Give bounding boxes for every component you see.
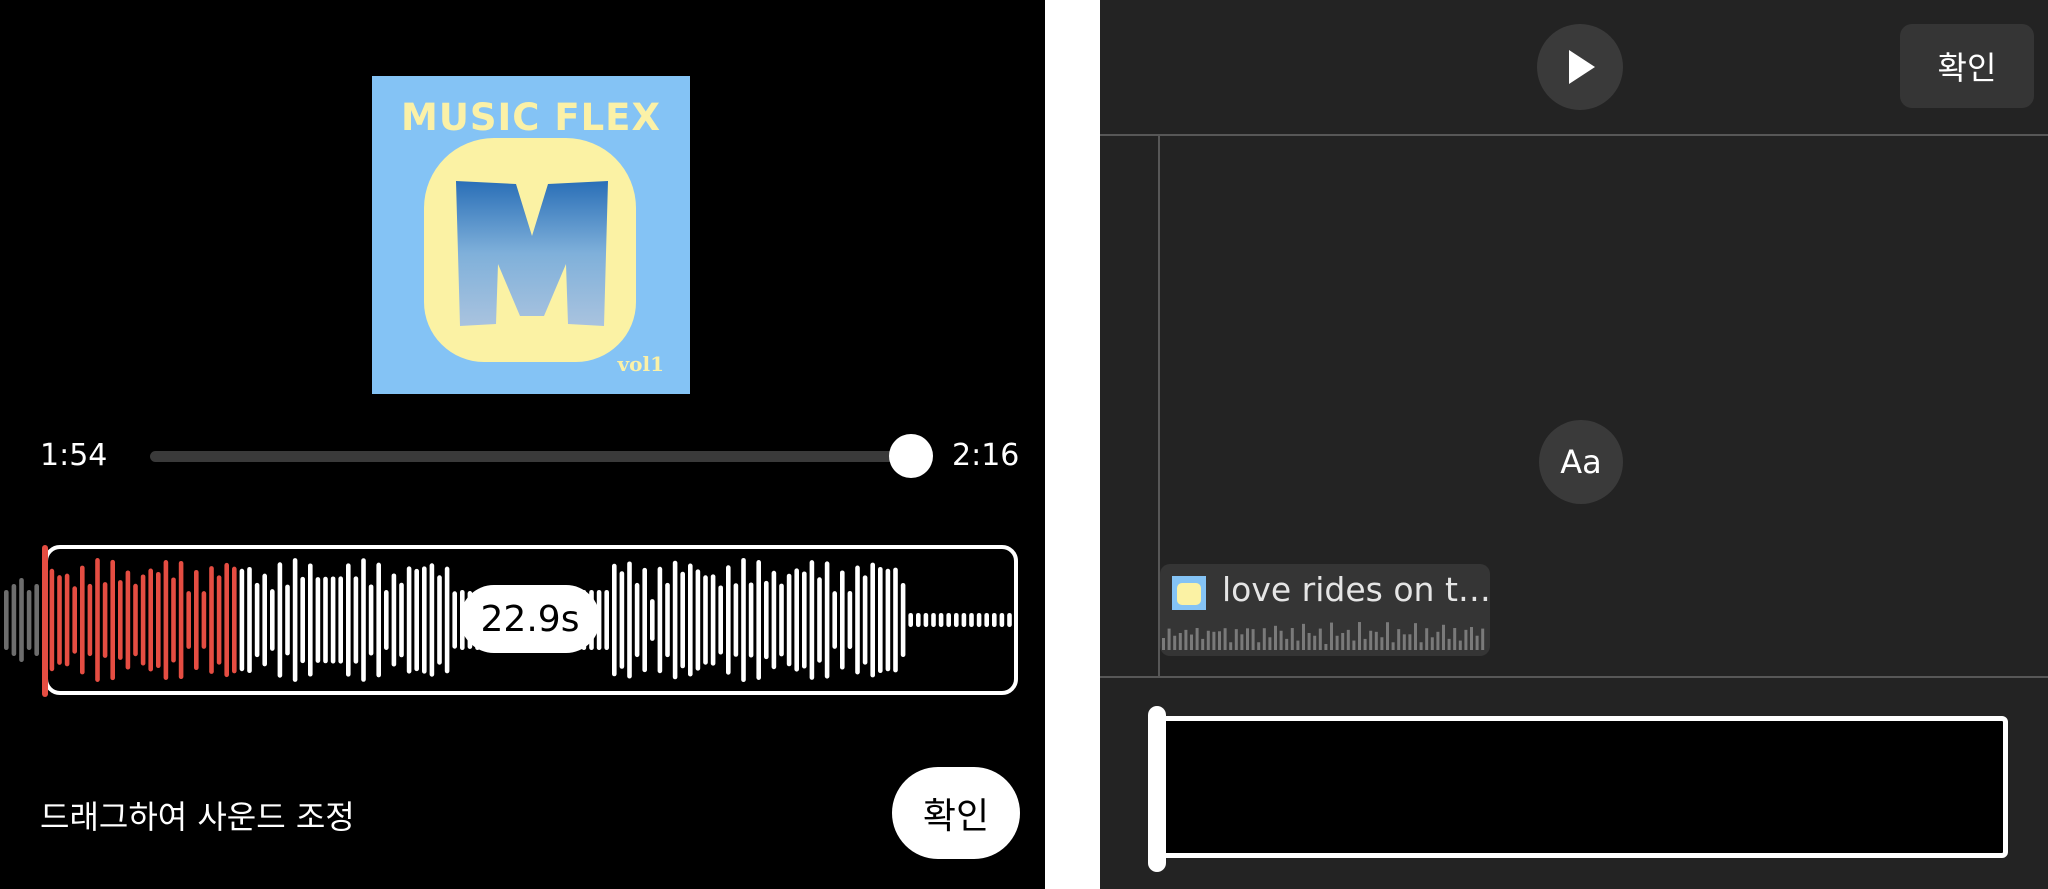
mini-waveform-bar bbox=[1391, 642, 1395, 650]
mini-waveform-bar bbox=[1262, 628, 1266, 650]
mini-waveform-bar bbox=[1173, 635, 1177, 650]
mini-waveform-bar bbox=[1184, 629, 1188, 650]
waveform-bar bbox=[26, 590, 32, 650]
mini-waveform-bar bbox=[1380, 637, 1384, 650]
mini-waveform-bar bbox=[1386, 622, 1389, 650]
mini-waveform-bar bbox=[1318, 628, 1322, 650]
mini-waveform-bar bbox=[1419, 642, 1423, 650]
album-thumbnail-icon bbox=[1172, 576, 1206, 610]
mini-waveform-bar bbox=[1251, 629, 1255, 650]
text-tool-button[interactable]: Aa bbox=[1539, 420, 1623, 504]
mini-waveform-bar bbox=[1453, 628, 1457, 650]
mini-waveform-bar bbox=[1190, 634, 1193, 650]
clip-duration-badge: 22.9s bbox=[460, 585, 600, 653]
playhead-marker bbox=[42, 545, 48, 697]
editor-confirm-button[interactable]: 확인 bbox=[1900, 24, 2034, 108]
mini-waveform-bar bbox=[1234, 629, 1238, 650]
mini-waveform-bar bbox=[1296, 640, 1300, 650]
mini-waveform-bar bbox=[1430, 637, 1434, 650]
trim-frame[interactable] bbox=[1156, 716, 2008, 858]
audio-track-chip[interactable]: love rides on t… bbox=[1160, 564, 1490, 656]
mini-waveform-bar bbox=[1352, 640, 1356, 650]
mini-waveform-bar bbox=[1442, 624, 1445, 650]
waveform-bar bbox=[4, 590, 9, 650]
mini-waveform-bar bbox=[1436, 631, 1440, 650]
mini-waveform-bar bbox=[1335, 635, 1339, 650]
mini-waveform-bar bbox=[1481, 628, 1485, 650]
track-mini-waveform bbox=[1162, 622, 1485, 650]
mini-waveform-bar bbox=[1302, 623, 1305, 650]
mini-waveform-bar bbox=[1402, 634, 1406, 650]
mini-waveform-bar bbox=[1167, 628, 1171, 650]
track-label: love rides on t… bbox=[1222, 570, 1490, 609]
drag-hint-text: 드래그하여 사운드 조정 bbox=[40, 798, 355, 836]
mini-waveform-bar bbox=[1369, 630, 1373, 650]
mini-waveform-bar bbox=[1223, 628, 1227, 650]
sound-waveform[interactable] bbox=[0, 0, 1045, 889]
mini-waveform-bar bbox=[1397, 629, 1401, 650]
mini-waveform-bar bbox=[1346, 629, 1350, 650]
mini-waveform-bar bbox=[1274, 625, 1277, 650]
divider-top bbox=[1100, 134, 2048, 136]
mini-waveform-bar bbox=[1162, 638, 1165, 650]
mini-waveform-bar bbox=[1324, 643, 1328, 650]
mini-waveform-bar bbox=[1408, 634, 1412, 650]
mini-waveform-bar bbox=[1341, 632, 1345, 650]
mini-waveform-bar bbox=[1414, 623, 1417, 650]
mini-waveform-bar bbox=[1285, 638, 1289, 650]
mini-waveform-bar bbox=[1229, 642, 1233, 650]
mini-waveform-bar bbox=[1240, 634, 1244, 650]
mini-waveform-bar bbox=[1206, 630, 1210, 650]
mini-waveform-bar bbox=[1290, 628, 1294, 650]
mini-waveform-bar bbox=[1425, 628, 1429, 650]
mini-waveform-bar bbox=[1313, 635, 1317, 650]
trim-handle[interactable] bbox=[1148, 706, 1166, 872]
mini-waveform-bar bbox=[1363, 638, 1367, 650]
waveform-bar bbox=[19, 578, 24, 662]
waveform-bar bbox=[11, 584, 17, 656]
mini-waveform-bar bbox=[1458, 640, 1462, 650]
mini-waveform-bar bbox=[1268, 637, 1272, 650]
mini-waveform-bar bbox=[1178, 632, 1182, 650]
mini-waveform-bar bbox=[1470, 627, 1473, 650]
mini-waveform-bar bbox=[1464, 629, 1468, 650]
mini-waveform-bar bbox=[1195, 628, 1199, 650]
play-button[interactable] bbox=[1537, 24, 1623, 110]
mini-waveform-bar bbox=[1212, 631, 1216, 650]
waveform-bar bbox=[34, 584, 39, 656]
mini-waveform-bar bbox=[1279, 630, 1283, 650]
divider-bottom bbox=[1100, 676, 2048, 678]
mini-waveform-bar bbox=[1257, 642, 1261, 650]
mini-waveform-bar bbox=[1246, 628, 1249, 650]
confirm-button[interactable]: 확인 bbox=[892, 767, 1020, 859]
mini-waveform-bar bbox=[1374, 631, 1378, 650]
mini-waveform-bar bbox=[1307, 633, 1311, 650]
play-icon bbox=[1569, 50, 1595, 84]
mini-waveform-bar bbox=[1218, 631, 1221, 650]
mini-waveform-bar bbox=[1447, 638, 1451, 650]
mini-waveform-bar bbox=[1201, 638, 1205, 650]
mini-waveform-bar bbox=[1330, 622, 1333, 650]
mini-waveform-bar bbox=[1358, 622, 1361, 650]
mini-waveform-bar bbox=[1475, 635, 1479, 650]
